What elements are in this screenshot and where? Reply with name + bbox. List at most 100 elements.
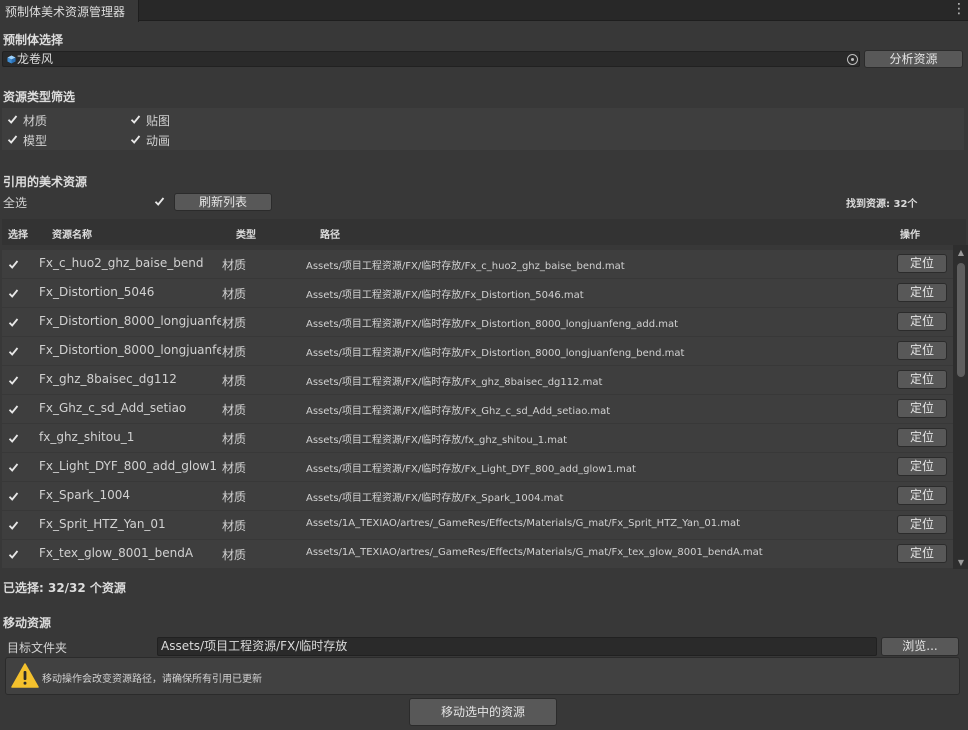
target-folder-label: 目标文件夹 xyxy=(7,641,68,655)
locate-button[interactable]: 定位 xyxy=(897,428,947,447)
locate-button[interactable]: 定位 xyxy=(897,370,947,389)
warning-helpbox: 移动操作会改变资源路径，请确保所有引用已更新 xyxy=(5,657,960,695)
column-header-select: 选择 xyxy=(8,230,28,241)
filter-section-title: 资源类型筛选 xyxy=(3,90,76,104)
locate-button[interactable]: 定位 xyxy=(897,457,947,476)
locate-button[interactable]: 定位 xyxy=(897,254,947,273)
filter-model-checkbox[interactable] xyxy=(6,133,19,146)
locate-button[interactable]: 定位 xyxy=(897,341,947,360)
row-checkbox[interactable] xyxy=(7,519,20,532)
browse-button[interactable]: 浏览... xyxy=(881,637,959,656)
asset-name: Fx_Distortion_8000_longjuanfen xyxy=(39,343,221,357)
window-tab[interactable]: 预制体美术资源管理器 xyxy=(0,0,139,22)
column-header-path: 路径 xyxy=(320,230,340,241)
filter-texture-checkbox[interactable] xyxy=(129,113,142,126)
scrollbar-thumb[interactable] xyxy=(957,263,965,377)
row-checkbox[interactable] xyxy=(7,287,20,300)
object-picker-icon[interactable] xyxy=(847,54,858,65)
asset-list[interactable]: Fx_c_huo2_ghz_baise_bend 材质 Assets/项目工程资… xyxy=(2,245,953,569)
select-all-checkbox[interactable] xyxy=(153,195,166,208)
table-row: Fx_Sprit_HTZ_Yan_01 材质 Assets/1A_TEXIAO/… xyxy=(2,511,953,539)
asset-path: Assets/项目工程资源/FX/临时存放/Fx_Distortion_8000… xyxy=(306,319,679,330)
row-checkbox[interactable] xyxy=(7,374,20,387)
table-row: fx_ghz_shitou_1 材质 Assets/项目工程资源/FX/临时存放… xyxy=(2,424,953,452)
assets-section-title: 引用的美术资源 xyxy=(3,175,88,189)
asset-type: 材质 xyxy=(222,287,247,301)
asset-type: 材质 xyxy=(222,432,247,446)
asset-type: 材质 xyxy=(222,461,247,475)
asset-path: Assets/项目工程资源/FX/临时存放/Fx_Distortion_5046… xyxy=(306,290,584,301)
tab-bar: 预制体美术资源管理器 ⋮ xyxy=(0,0,968,22)
filter-animation-checkbox[interactable] xyxy=(129,133,142,146)
asset-name: Fx_Ghz_c_sd_Add_setiao xyxy=(39,401,187,415)
asset-type: 材质 xyxy=(222,374,247,388)
row-checkbox[interactable] xyxy=(7,432,20,445)
locate-button[interactable]: 定位 xyxy=(897,515,947,534)
table-row: Fx_c_huo2_ghz_baise_bend 材质 Assets/项目工程资… xyxy=(2,250,953,278)
warning-text: 移动操作会改变资源路径，请确保所有引用已更新 xyxy=(42,674,262,685)
scroll-down-arrow-icon[interactable]: ▼ xyxy=(956,558,966,568)
asset-path: Assets/项目工程资源/FX/临时存放/Fx_Light_DYF_800_a… xyxy=(306,464,636,475)
table-row: Fx_Spark_1004 材质 Assets/项目工程资源/FX/临时存放/F… xyxy=(2,482,953,510)
row-checkbox[interactable] xyxy=(7,403,20,416)
filter-model-label: 模型 xyxy=(23,134,48,148)
asset-name: Fx_Distortion_5046 xyxy=(39,285,155,299)
warning-icon xyxy=(11,663,39,688)
locate-button[interactable]: 定位 xyxy=(897,544,947,563)
prefab-section-title: 预制体选择 xyxy=(3,33,64,47)
asset-type: 材质 xyxy=(222,519,247,533)
asset-path: Assets/项目工程资源/FX/临时存放/Fx_Ghz_c_sd_Add_se… xyxy=(306,406,611,417)
asset-name: Fx_tex_glow_8001_bendA xyxy=(39,546,194,560)
column-header-name: 资源名称 xyxy=(52,230,92,241)
asset-type: 材质 xyxy=(222,490,247,504)
asset-path: Assets/项目工程资源/FX/临时存放/Fx_Spark_1004.mat xyxy=(306,493,564,504)
move-section-title: 移动资源 xyxy=(3,616,52,630)
target-folder-field[interactable]: Assets/项目工程资源/FX/临时存放 xyxy=(157,637,877,656)
row-checkbox[interactable] xyxy=(7,490,20,503)
locate-button[interactable]: 定位 xyxy=(897,486,947,505)
row-checkbox[interactable] xyxy=(7,461,20,474)
table-row: Fx_Distortion_5046 材质 Assets/项目工程资源/FX/临… xyxy=(2,279,953,307)
locate-button[interactable]: 定位 xyxy=(897,312,947,331)
asset-name: Fx_c_huo2_ghz_baise_bend xyxy=(39,256,204,270)
asset-path: Assets/项目工程资源/FX/临时存放/Fx_c_huo2_ghz_bais… xyxy=(306,261,625,272)
more-options-icon[interactable]: ⋮ xyxy=(952,1,966,19)
row-checkbox[interactable] xyxy=(7,258,20,271)
table-row: Fx_Ghz_c_sd_Add_setiao 材质 Assets/项目工程资源/… xyxy=(2,395,953,423)
asset-path: Assets/项目工程资源/FX/临时存放/fx_ghz_shitou_1.ma… xyxy=(306,435,568,446)
table-row: Fx_Distortion_8000_longjuanfen 材质 Assets… xyxy=(2,308,953,336)
table-header: 选择 资源名称 类型 路径 操作 xyxy=(2,219,966,245)
filter-material-checkbox[interactable] xyxy=(6,113,19,126)
row-checkbox[interactable] xyxy=(7,345,20,358)
select-all-label: 全选 xyxy=(3,196,28,210)
asset-path: Assets/1A_TEXIAO/artres/_GameRes/Effects… xyxy=(306,547,763,558)
asset-type: 材质 xyxy=(222,403,247,417)
row-checkbox[interactable] xyxy=(7,548,20,561)
column-header-action: 操作 xyxy=(900,230,920,241)
table-row: Fx_tex_glow_8001_bendA 材质 Assets/1A_TEXI… xyxy=(2,540,953,568)
asset-type: 材质 xyxy=(222,316,247,330)
prefab-cube-icon xyxy=(7,55,16,64)
asset-name: Fx_Spark_1004 xyxy=(39,488,131,502)
selection-summary: 已选择: 32/32 个资源 xyxy=(3,581,126,595)
filter-animation-label: 动画 xyxy=(146,134,171,148)
asset-type: 材质 xyxy=(222,258,247,272)
asset-name: fx_ghz_shitou_1 xyxy=(39,430,135,444)
move-selected-assets-button[interactable]: 移动选中的资源 xyxy=(409,698,557,726)
prefab-object-field[interactable]: 龙卷风 xyxy=(2,51,860,67)
refresh-list-button[interactable]: 刷新列表 xyxy=(174,193,272,211)
row-checkbox[interactable] xyxy=(7,316,20,329)
asset-name: Fx_Distortion_8000_longjuanfen xyxy=(39,314,221,328)
locate-button[interactable]: 定位 xyxy=(897,399,947,418)
scroll-up-arrow-icon[interactable]: ▲ xyxy=(956,248,966,258)
window-tab-title: 预制体美术资源管理器 xyxy=(5,5,126,19)
locate-button[interactable]: 定位 xyxy=(897,283,947,302)
table-row: Fx_ghz_8baisec_dg112 材质 Assets/项目工程资源/FX… xyxy=(2,366,953,394)
filter-texture-label: 贴图 xyxy=(146,114,171,128)
analyze-assets-button[interactable]: 分析资源 xyxy=(864,50,963,68)
asset-name: Fx_Light_DYF_800_add_glow1 xyxy=(39,459,218,473)
found-count-label: 找到资源: 32个 xyxy=(846,199,918,210)
asset-name: Fx_Sprit_HTZ_Yan_01 xyxy=(39,517,166,531)
table-row: Fx_Light_DYF_800_add_glow1 材质 Assets/项目工… xyxy=(2,453,953,481)
filter-material-label: 材质 xyxy=(23,114,48,128)
